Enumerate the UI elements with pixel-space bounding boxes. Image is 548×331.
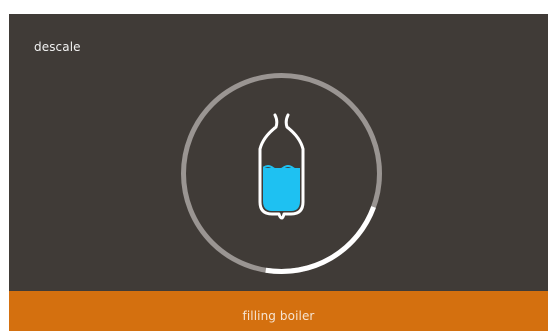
status-bar: filling boiler: [9, 291, 548, 331]
progress-ring-graphic: [181, 73, 382, 274]
boiler-filling-icon: [258, 113, 305, 220]
boiler-water-fill: [263, 168, 300, 211]
progress-ring: [179, 71, 384, 276]
status-text: filling boiler: [242, 308, 315, 323]
device-frame: descale filling boiler: [0, 0, 548, 331]
screen-title: descale: [34, 40, 81, 54]
descale-screen: descale filling boiler: [9, 14, 548, 331]
